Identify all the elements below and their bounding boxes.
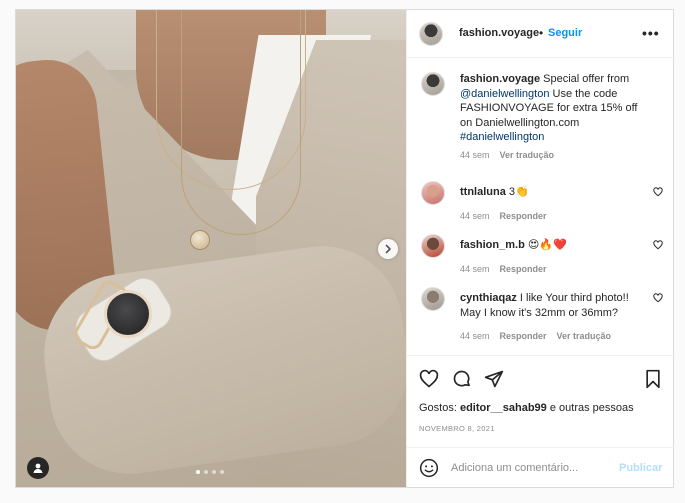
bookmark-icon[interactable] [643,369,663,389]
comment-input[interactable] [451,459,611,477]
photo-watch [104,290,152,338]
post-actions: Gostos: editor__sahab99 e outras pessoas… [407,355,674,447]
comment-text: fashion_m.b 😍🔥❤️ [460,238,650,253]
post-comment-button[interactable]: Publicar [619,462,662,474]
caption-username[interactable]: fashion.voyage [460,73,540,85]
slide-dot-active [196,470,200,474]
reply-button[interactable]: Responder [500,331,547,341]
likes-suffix[interactable]: e outras pessoas [547,402,634,414]
comment-avatar[interactable] [421,287,445,311]
heart-icon[interactable] [419,369,439,389]
photo-pendant [190,230,210,250]
slide-dot [204,470,208,474]
comment-composer: Publicar [407,447,674,487]
reply-button[interactable]: Responder [500,211,547,221]
caption-meta: 44 sem Ver tradução [460,150,554,160]
comment-like-icon[interactable] [653,240,663,250]
caption-mention-link[interactable]: @danielwellington [460,88,549,100]
caption-text-part: Special offer from [540,73,630,85]
caption-text: fashion.voyage Special offer from @danie… [460,72,650,145]
caption-avatar[interactable] [421,72,445,96]
likes-summary: Gostos: editor__sahab99 e outras pessoas [419,402,634,414]
comment-meta: 44 sem Responder [460,264,547,274]
post-side-panel: fashion.voyage • Seguir ••• fashion.voya… [406,10,674,487]
comment-text: cynthiaqaz I like Your third photo!! May… [460,291,650,320]
author-avatar[interactable] [419,22,443,46]
smile-icon[interactable] [419,458,439,478]
post-header: fashion.voyage • Seguir ••• [407,10,674,58]
comment-text: ttnlaluna 3👏 [460,185,650,200]
reply-button[interactable]: Responder [500,264,547,274]
user-tag-icon [33,463,43,473]
next-slide-button[interactable] [378,239,398,259]
comment-username[interactable]: fashion_m.b [460,239,525,251]
comment-like-icon[interactable] [653,293,663,303]
comment-like-icon[interactable] [653,187,663,197]
post-card: fashion.voyage • Seguir ••• fashion.voya… [15,9,674,488]
author-username[interactable]: fashion.voyage [459,27,539,39]
slide-dot [220,470,224,474]
comment-time[interactable]: 44 sem [460,331,490,341]
more-options-button[interactable]: ••• [642,25,660,41]
comment-username[interactable]: cynthiaqaz [460,292,517,304]
translate-button[interactable]: Ver tradução [500,150,555,160]
comment-username[interactable]: ttnlaluna [460,186,506,198]
comment-icon[interactable] [452,369,472,389]
comment-body: 3👏 [505,186,529,198]
slide-indicator [196,470,224,474]
comments-list: fashion.voyage Special offer from @danie… [407,58,674,355]
post-date[interactable]: NOVEMBRO 8, 2021 [419,424,495,433]
comment-item: cynthiaqaz I like Your third photo!! May… [407,287,674,347]
translate-button[interactable]: Ver tradução [557,331,612,341]
chevron-right-icon [385,244,391,254]
comment-item: ttnlaluna 3👏 44 sem Responder [407,181,674,221]
comment-meta: 44 sem Responder [460,211,547,221]
caption-hashtag-link[interactable]: #danielwellington [460,131,544,143]
caption: fashion.voyage Special offer from @danie… [407,72,674,172]
likes-prefix: Gostos: [419,402,460,414]
likes-user-link[interactable]: editor__sahab99 [460,402,547,414]
slide-dot [212,470,216,474]
comment-time[interactable]: 44 sem [460,211,490,221]
header-separator: • [539,26,544,40]
comment-avatar[interactable] [421,181,445,205]
comment-time[interactable]: 44 sem [460,264,490,274]
comment-item: fashion_m.b 😍🔥❤️ 44 sem Responder [407,234,674,274]
comment-meta: 44 sem Responder Ver tradução [460,331,611,341]
more-horizontal-icon: ••• [642,25,660,41]
comment-body: 😍🔥❤️ [524,239,567,251]
share-icon[interactable] [484,369,504,389]
follow-button[interactable]: Seguir [548,27,582,39]
comment-avatar[interactable] [421,234,445,258]
caption-time[interactable]: 44 sem [460,150,490,160]
tagged-users-button[interactable] [27,457,49,479]
post-photo[interactable] [16,10,406,487]
photo-necklace-long [181,10,301,235]
